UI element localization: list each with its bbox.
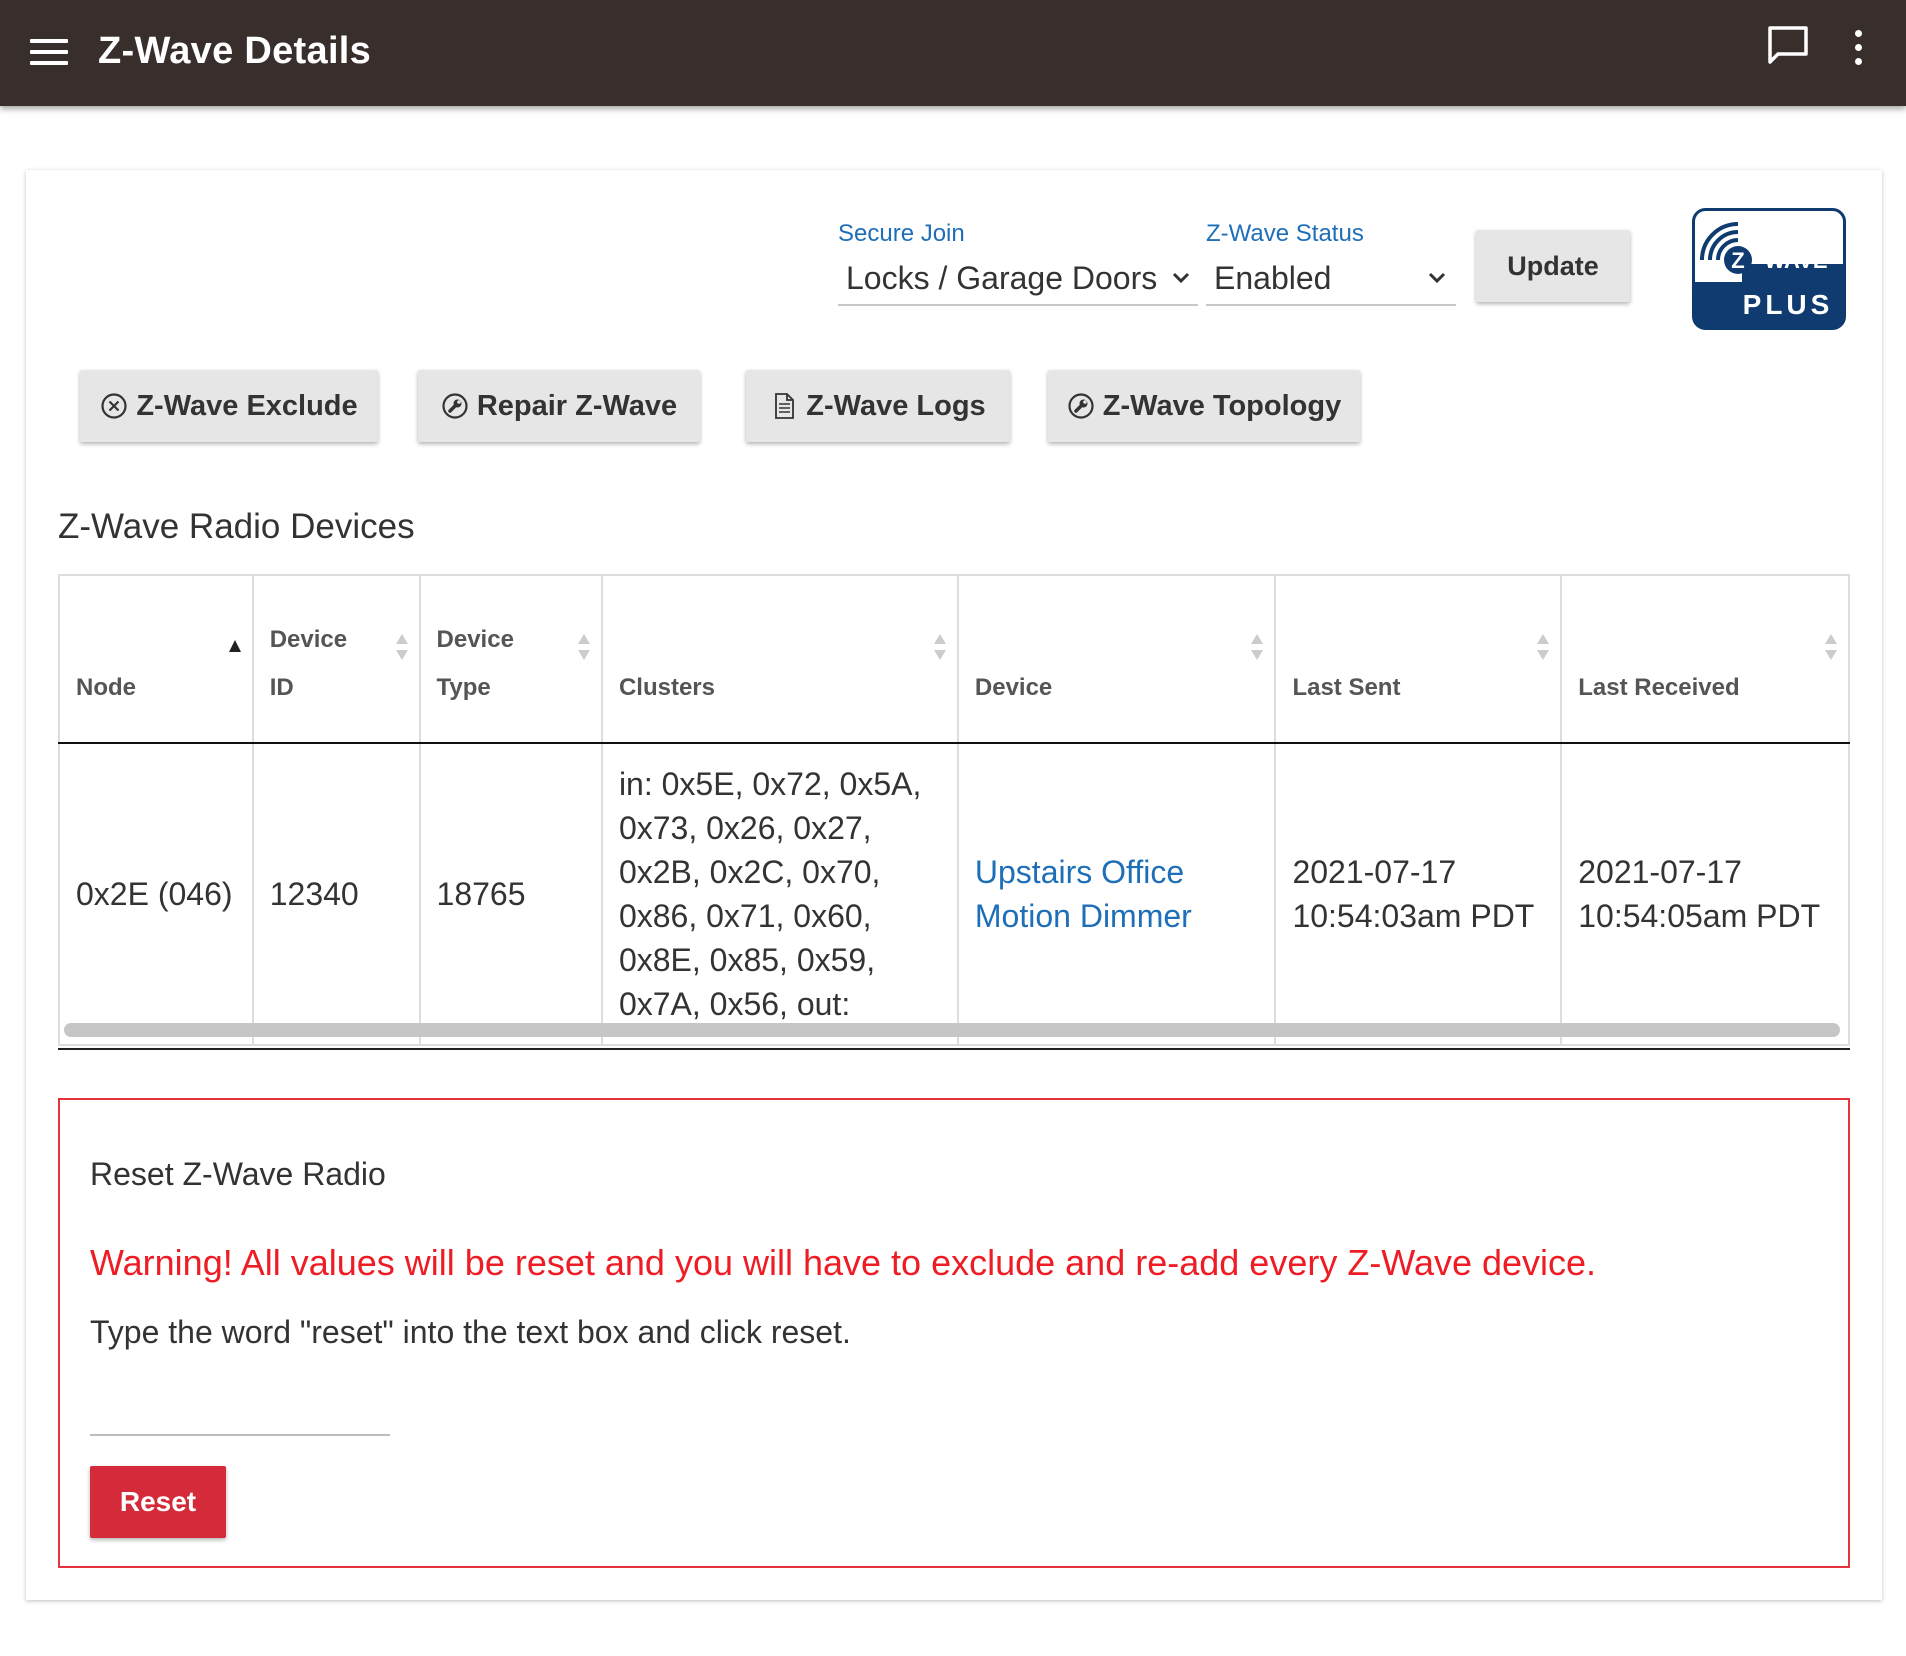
column-header-device-id[interactable]: Device ID xyxy=(251,574,421,744)
scrollbar-thumb[interactable] xyxy=(64,1023,1840,1037)
secure-join-label: Secure Join xyxy=(838,220,965,247)
zwave-logs-button[interactable]: Z-Wave Logs xyxy=(746,370,1010,442)
sort-icon xyxy=(577,634,590,660)
feedback-icon[interactable] xyxy=(1766,24,1810,68)
column-header-node[interactable]: Node xyxy=(58,574,254,744)
zwave-plus-logo: Z WAVE PLUS xyxy=(1692,208,1846,330)
device-link[interactable]: Upstairs Office Motion Dimmer xyxy=(956,742,1277,1046)
sort-icon xyxy=(1825,634,1837,660)
logo-wave-text: WAVE xyxy=(1764,248,1827,273)
update-button[interactable]: Update xyxy=(1476,230,1630,302)
column-header-device-type[interactable]: Device Type xyxy=(418,574,603,744)
zwave-topology-button[interactable]: Z-Wave Topology xyxy=(1048,370,1360,442)
zwave-status-label: Z-Wave Status xyxy=(1206,220,1364,247)
zwave-topology-label: Z-Wave Topology xyxy=(1102,389,1342,422)
reset-confirm-input[interactable] xyxy=(90,1386,390,1436)
chevron-down-icon xyxy=(1172,272,1190,284)
table-row: 0x2E (046) 12340 18765 in: 0x5E, 0x72, 0… xyxy=(58,742,1850,1046)
column-header-last-received[interactable]: Last Received xyxy=(1560,574,1850,744)
zwave-status-value: Enabled xyxy=(1214,260,1332,296)
column-header-last-sent[interactable]: Last Sent xyxy=(1274,574,1563,744)
reset-instruction: Type the word "reset" into the text box … xyxy=(90,1314,851,1350)
cell-clusters: in: 0x5E, 0x72, 0x5A, 0x73, 0x26, 0x27, … xyxy=(600,742,959,1046)
sort-icon xyxy=(1251,634,1264,660)
sort-icon xyxy=(1537,634,1550,660)
more-vert-icon[interactable] xyxy=(1852,30,1864,68)
devices-table: Node Device ID Device Type Clusters Devi… xyxy=(58,574,1850,1046)
zwave-exclude-button[interactable]: Z-Wave Exclude xyxy=(80,370,378,442)
svg-text:Z: Z xyxy=(1731,248,1744,273)
page-title: Z-Wave Details xyxy=(98,30,372,72)
horizontal-scrollbar[interactable] xyxy=(58,1022,1850,1050)
logo-plus-text: PLUS xyxy=(1743,289,1834,320)
repair-zwave-label: Repair Z-Wave xyxy=(476,389,678,422)
reset-panel: Reset Z-Wave Radio Warning! All values w… xyxy=(58,1098,1850,1568)
secure-join-value: Locks / Garage Doors xyxy=(846,260,1158,296)
reset-button[interactable]: Reset xyxy=(90,1466,226,1538)
wrench-icon xyxy=(442,393,468,419)
cell-node: 0x2E (046) xyxy=(58,742,254,1046)
devices-table-container: Node Device ID Device Type Clusters Devi… xyxy=(58,574,1850,1048)
cell-last-sent: 2021-07-17 10:54:03am PDT xyxy=(1274,742,1563,1046)
cell-device-id: 12340 xyxy=(251,742,421,1046)
circle-x-icon xyxy=(101,393,127,419)
sort-icon xyxy=(395,634,408,660)
wrench-icon xyxy=(1068,393,1094,419)
zwave-logs-label: Z-Wave Logs xyxy=(806,389,986,422)
column-header-device[interactable]: Device xyxy=(956,574,1277,744)
reset-title: Reset Z-Wave Radio xyxy=(90,1156,386,1192)
menu-icon[interactable] xyxy=(30,39,68,65)
document-icon xyxy=(775,393,795,419)
sort-icon xyxy=(933,634,946,660)
repair-zwave-button[interactable]: Repair Z-Wave xyxy=(418,370,700,442)
cell-last-received: 2021-07-17 10:54:05am PDT xyxy=(1560,742,1850,1046)
reset-warning: Warning! All values will be reset and yo… xyxy=(90,1242,1597,1283)
column-header-clusters[interactable]: Clusters xyxy=(600,574,959,744)
sort-ascending-icon xyxy=(228,640,241,652)
secure-join-select[interactable]: Locks / Garage Doors xyxy=(838,254,1198,306)
zwave-exclude-label: Z-Wave Exclude xyxy=(136,389,358,422)
app-bar: Z-Wave Details xyxy=(0,0,1906,106)
cell-device-type: 18765 xyxy=(418,742,603,1046)
chevron-down-icon xyxy=(1428,272,1446,284)
devices-section-title: Z-Wave Radio Devices xyxy=(58,507,415,546)
zwave-status-select[interactable]: Enabled xyxy=(1206,254,1456,306)
